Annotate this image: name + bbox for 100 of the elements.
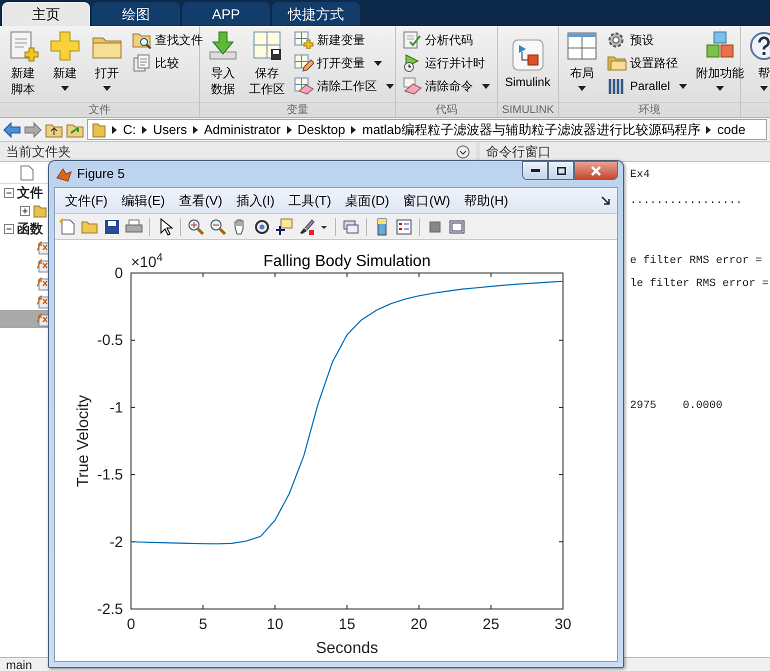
function-file-icon bbox=[36, 257, 50, 273]
ribbon-tab[interactable]: 绘图 bbox=[92, 2, 180, 26]
plus-icon bbox=[49, 30, 81, 62]
download-arrow-icon bbox=[207, 30, 239, 62]
rotate-icon[interactable] bbox=[253, 218, 271, 236]
command-output-line: e filter RMS error = bbox=[630, 254, 762, 269]
menu-item[interactable]: 编辑(E) bbox=[116, 190, 171, 212]
grid-eraser-icon bbox=[294, 77, 314, 95]
axis-tick-label: -1.5 bbox=[97, 466, 123, 484]
ribbon-button[interactable]: 新建 bbox=[46, 30, 84, 91]
axis-tick-label: 10 bbox=[266, 616, 284, 633]
menu-item[interactable]: 查看(V) bbox=[172, 190, 228, 212]
document-check-icon bbox=[402, 31, 422, 49]
ribbon-button[interactable]: 附加功能 bbox=[693, 30, 748, 91]
section-title: 变量 bbox=[286, 104, 308, 116]
tree-row[interactable] bbox=[0, 310, 48, 328]
collapse-icon[interactable] bbox=[4, 188, 14, 198]
ribbon-button[interactable]: 清除命令 bbox=[400, 76, 492, 96]
chevron-down-icon bbox=[456, 144, 470, 158]
menu-item[interactable]: 插入(I) bbox=[230, 190, 281, 212]
peak-logo-icon bbox=[56, 166, 72, 182]
ribbon-button[interactable]: 布局 bbox=[563, 30, 601, 91]
path-segment[interactable]: code bbox=[717, 120, 746, 140]
brush-icon[interactable] bbox=[297, 218, 315, 236]
ribbon-tab[interactable]: APP bbox=[182, 2, 270, 26]
ribbon-button[interactable]: 比较 bbox=[130, 53, 205, 73]
ribbon-button[interactable]: 导入 数据 bbox=[204, 30, 242, 98]
ribbon-button[interactable]: 清除工作区 bbox=[292, 76, 396, 96]
folder-icon bbox=[92, 122, 106, 138]
eraser-icon bbox=[402, 77, 422, 95]
ribbon-button[interactable]: Parallel bbox=[605, 76, 690, 96]
function-file-icon bbox=[36, 311, 50, 327]
ribbon-tab[interactable]: 快捷方式 bbox=[272, 2, 360, 26]
collapse-icon[interactable] bbox=[4, 224, 14, 234]
function-file-icon bbox=[36, 239, 50, 255]
command-output-line: 2975 0.0000 bbox=[630, 399, 722, 414]
ribbon-button[interactable]: Simulink bbox=[502, 30, 554, 100]
document-icon bbox=[20, 164, 34, 180]
forward-arrow-icon bbox=[24, 122, 42, 138]
legend-icon[interactable] bbox=[395, 218, 413, 236]
path-segment[interactable]: Users bbox=[153, 120, 187, 140]
triangle-icon bbox=[706, 126, 712, 134]
new-file-icon[interactable] bbox=[59, 218, 77, 236]
maximize-button[interactable] bbox=[548, 161, 574, 180]
axis-tick-label: 0 bbox=[126, 616, 136, 633]
command-output-line: le filter RMS error = bbox=[630, 276, 769, 292]
ribbon-button[interactable]: 预设 bbox=[605, 30, 690, 50]
folders-icon bbox=[607, 54, 627, 72]
section-title: 文件 bbox=[88, 104, 110, 116]
expand-icon[interactable] bbox=[20, 206, 30, 216]
tree-group-label[interactable]: 函数 bbox=[17, 219, 43, 239]
axis-tick-label: -0.5 bbox=[97, 332, 123, 350]
function-file-icon bbox=[36, 275, 50, 291]
triangle-icon bbox=[286, 126, 292, 134]
save-icon[interactable] bbox=[103, 218, 121, 236]
data-cursor-icon[interactable] bbox=[275, 218, 293, 236]
zoom-in-icon[interactable] bbox=[187, 218, 205, 236]
ribbon-button[interactable]: 设置路径 bbox=[605, 53, 690, 73]
ribbon-button[interactable]: 新建变量 bbox=[292, 30, 396, 50]
ribbon-button[interactable]: 运行并计时 bbox=[400, 53, 492, 73]
axis-tick-label: 15 bbox=[338, 616, 356, 633]
menu-item[interactable]: 帮助(H) bbox=[458, 190, 514, 212]
tree-group-label[interactable]: 文件 bbox=[17, 183, 43, 203]
ribbon-button[interactable]: 打开 bbox=[88, 30, 126, 91]
window-icon[interactable] bbox=[448, 218, 466, 236]
section-title: 环境 bbox=[638, 104, 660, 116]
path-segment[interactable]: matlab编程粒子滤波器与辅助粒子滤波器进行比较源码程序 bbox=[362, 120, 700, 140]
section-title: 代码 bbox=[436, 104, 458, 116]
ribbon-button[interactable]: 分析代码 bbox=[400, 30, 492, 50]
menu-item[interactable]: 桌面(D) bbox=[339, 190, 396, 212]
folder-arrow-icon bbox=[66, 122, 84, 138]
path-segment[interactable]: Administrator bbox=[204, 120, 281, 140]
axis-tick-label: 20 bbox=[410, 616, 428, 633]
minimize-button[interactable] bbox=[522, 161, 548, 180]
ribbon-button[interactable]: 查找文件 bbox=[130, 30, 205, 50]
printer-icon[interactable] bbox=[125, 218, 143, 236]
ribbon-button[interactable]: 保存 工作区 bbox=[246, 30, 288, 98]
triangle-icon bbox=[142, 126, 147, 134]
close-icon bbox=[591, 166, 601, 176]
menu-item[interactable]: 窗口(W) bbox=[397, 190, 456, 212]
ribbon-button[interactable]: 帮 bbox=[745, 30, 770, 91]
path-segment[interactable]: C: bbox=[123, 120, 136, 140]
menu-item[interactable]: 文件(F) bbox=[59, 190, 114, 212]
close-button[interactable] bbox=[574, 161, 618, 180]
triangle-icon bbox=[192, 126, 198, 134]
menu-item[interactable]: 工具(T) bbox=[282, 190, 338, 212]
axis-tick-label: -2.5 bbox=[97, 601, 123, 618]
path-segment[interactable]: Desktop bbox=[298, 120, 346, 140]
axis-label: True Velocity bbox=[75, 395, 92, 487]
block-diagram-icon bbox=[512, 39, 544, 72]
link-icon[interactable] bbox=[342, 218, 360, 236]
folder-icon bbox=[33, 204, 47, 218]
ribbon-tab[interactable]: 主页 bbox=[2, 2, 90, 26]
ribbon-button[interactable]: 新建 脚本 bbox=[4, 30, 42, 98]
layout-grid-icon bbox=[566, 30, 598, 62]
zoom-out-icon[interactable] bbox=[209, 218, 227, 236]
grid-disk-icon bbox=[251, 30, 283, 62]
maximize-icon bbox=[556, 166, 566, 174]
ribbon-button[interactable]: 打开变量 bbox=[292, 53, 396, 73]
folder-magnifier-icon bbox=[132, 31, 152, 49]
